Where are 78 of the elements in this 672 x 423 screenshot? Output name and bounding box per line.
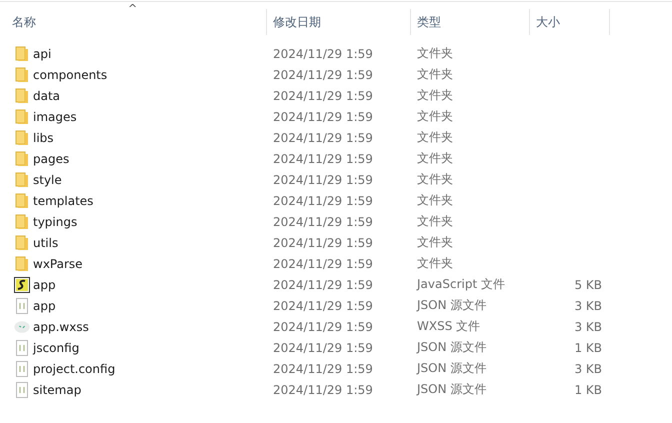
file-type: 文件夹 [417,129,453,146]
file-name[interactable]: libs [33,130,54,144]
folder-icon [14,172,30,188]
modified-date: 2024/11/29 1:59 [273,278,373,292]
file-name[interactable]: wxParse [33,256,83,270]
modified-date: 2024/11/29 1:59 [273,130,373,144]
modified-date: 2024/11/29 1:59 [273,68,373,82]
modified-date: 2024/11/29 1:59 [273,362,373,376]
modified-date: 2024/11/29 1:59 [273,214,373,228]
file-name[interactable]: app.wxss [33,320,89,334]
modified-date: 2024/11/29 1:59 [273,340,373,354]
file-name[interactable]: utils [33,236,58,250]
file-type: 文件夹 [417,234,453,251]
file-name[interactable]: images [33,110,77,124]
modified-date: 2024/11/29 1:59 [273,320,373,334]
file-type: 文件夹 [417,192,453,209]
script-file-icon [14,276,30,292]
file-name[interactable]: app [33,298,56,312]
file-icon [14,382,30,398]
modified-date: 2024/11/29 1:59 [273,110,373,124]
folder-icon [14,46,30,62]
folder-icon [14,88,30,104]
modified-date: 2024/11/29 1:59 [273,172,373,186]
folder-icon [14,192,30,208]
file-type: JavaScript 文件 [417,276,505,293]
file-name[interactable]: data [33,88,60,102]
file-name[interactable]: project.config [33,362,116,376]
modified-date: 2024/11/29 1:59 [273,194,373,208]
file-size: 1 KB [574,382,602,396]
file-type: JSON 源文件 [417,360,486,377]
column-header[interactable]: 修改日期 [267,9,411,35]
file-type: JSON 源文件 [417,339,486,356]
modified-date: 2024/11/29 1:59 [273,236,373,250]
file-name[interactable]: components [33,68,108,82]
file-name[interactable]: typings [33,214,78,228]
file-size: 1 KB [574,340,602,354]
modified-date: 2024/11/29 1:59 [273,382,373,396]
file-name[interactable]: sitemap [33,382,82,396]
folder-icon [14,150,30,166]
column-header[interactable]: 类型 [411,9,530,35]
file-name[interactable]: style [33,172,62,186]
folder-icon [14,130,30,146]
column-header[interactable]: 大小 [530,9,610,35]
file-size: 3 KB [574,298,602,312]
folder-icon [14,66,30,82]
modified-date: 2024/11/29 1:59 [273,256,373,270]
modified-date: 2024/11/29 1:59 [273,46,373,60]
file-type: 文件夹 [417,45,453,62]
file-type: 文件夹 [417,213,453,230]
folder-icon [14,108,30,124]
file-name[interactable]: jsconfig [33,340,80,354]
file-type: 文件夹 [417,66,453,83]
file-type: 文件夹 [417,108,453,125]
file-size: 3 KB [574,362,602,376]
file-name[interactable]: app [33,278,56,292]
file-icon [14,340,30,356]
file-name[interactable]: pages [33,152,70,166]
file-icon [14,360,30,376]
file-type: 文件夹 [417,255,453,272]
oval-file-icon [14,318,30,334]
modified-date: 2024/11/29 1:59 [273,88,373,102]
folder-icon [14,214,30,230]
file-icon [14,298,30,314]
file-type: JSON 源文件 [417,297,486,314]
folder-icon [14,234,30,250]
folder-icon [14,256,30,272]
file-type: JSON 源文件 [417,381,486,398]
file-name[interactable]: api [33,46,52,60]
file-type: 文件夹 [417,150,453,167]
file-type: 文件夹 [417,171,453,188]
file-size: 5 KB [574,278,602,292]
modified-date: 2024/11/29 1:59 [273,152,373,166]
file-size: 3 KB [574,320,602,334]
file-name[interactable]: templates [33,194,94,208]
modified-date: 2024/11/29 1:59 [273,298,373,312]
sort-indicator: ^ [128,3,138,15]
file-type: 文件夹 [417,87,453,104]
file-type: WXSS 文件 [417,318,480,335]
